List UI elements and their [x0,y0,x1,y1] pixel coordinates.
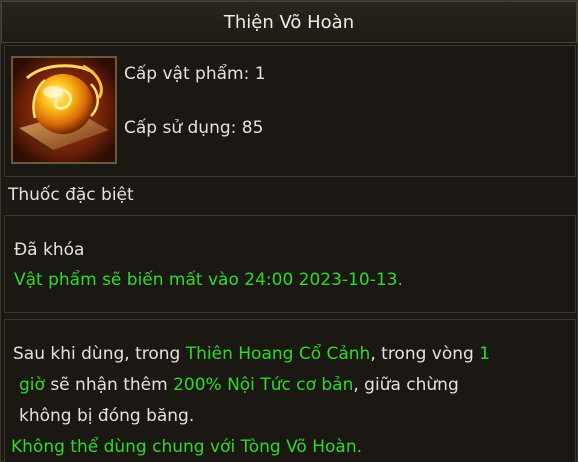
desc-text: , trong vòng [370,344,480,364]
item-info-panel: Cấp vật phẩm: 1 Cấp sử dụng: 85 [4,45,576,177]
use-level-label: Cấp sử dụng: 85 [124,118,264,138]
desc-text: Sau khi dùng, trong [13,344,186,364]
item-name-title: Thiện Võ Hoàn [1,1,577,43]
item-name: Thiện Võ Hoàn [223,11,355,33]
description-line-3: không bị đóng băng. [19,406,195,426]
item-icon-frame[interactable] [11,56,117,164]
location-name: Thiên Hoang Cổ Cảnh [185,344,371,364]
desc-text: , giữa chừng [353,375,459,395]
item-level-label: Cấp vật phẩm: 1 [124,64,266,84]
desc-text: sẽ nhận thêm [44,375,174,395]
lock-info-panel: Đã khóa Vật phẩm sẽ biến mất vào 24:00 2… [4,215,576,313]
golden-orb-pill-icon [13,58,115,162]
expiry-notice: Vật phẩm sẽ biến mất vào 24:00 2023-10-1… [14,270,403,290]
description-line-1: Sau khi dùng, trong Thiên Hoang Cổ Cảnh,… [13,344,490,364]
bonus-value: 200% Nội Tức cơ bản [173,375,354,395]
lock-status: Đã khóa [14,240,85,260]
description-panel: Sau khi dùng, trong Thiên Hoang Cổ Cảnh,… [4,319,576,462]
item-tooltip: Thiện Võ Hoàn Cấp vật phẩm: 1 Cấp sử dụn… [0,0,578,462]
item-category: Thuốc đặc biệt [8,185,134,205]
restriction-notice: Không thể dùng chung với Tòng Võ Hoàn. [11,437,363,457]
duration-value: 1 [479,344,491,364]
description-line-2: giờ sẽ nhận thêm 200% Nội Tức cơ bản, gi… [19,375,459,395]
duration-unit: giờ [19,375,45,395]
